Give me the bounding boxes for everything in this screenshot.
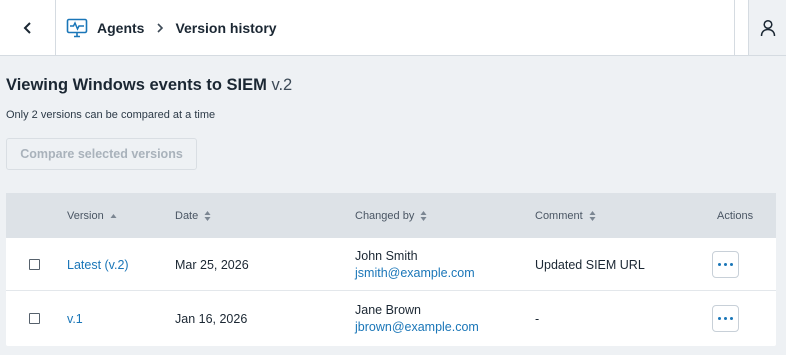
dot-icon [730,263,733,266]
dot-icon [724,263,727,266]
column-label: Comment [535,209,583,222]
changed-by-email[interactable]: jbrown@example.com [355,320,479,334]
page-title-version: v.2 [271,76,293,94]
back-button[interactable] [0,0,56,55]
sort-icon [420,210,427,222]
row-checkbox[interactable] [29,259,40,270]
dot-icon [718,263,721,266]
column-label: Version [67,209,104,222]
breadcrumb-agents[interactable]: Agents [97,20,144,36]
row-select-cell [29,292,40,345]
sort-icon [204,210,211,222]
dot-icon [718,317,721,320]
chevron-right-icon [156,22,164,34]
monitor-pulse-icon [66,17,88,39]
breadcrumb-version-history: Version history [175,19,277,36]
page-title: Viewing Windows events to SIEM v.2 [6,76,292,95]
sort-icon [589,210,596,222]
column-label: Date [175,209,199,222]
compare-selected-button[interactable]: Compare selected versions [6,138,197,170]
actions-cell [712,292,739,345]
row-checkbox[interactable] [29,313,40,324]
compare-hint: Only 2 versions can be compared at a tim… [6,109,216,121]
column-label: Changed by [355,209,415,222]
header-divider [734,0,735,55]
sort-ascending-icon [110,213,117,219]
chevron-left-icon [23,21,31,34]
versions-table: Version Date Changed by Comment Actions … [6,193,776,346]
breadcrumb: Agents Version history [66,0,277,55]
date-cell: Jan 16, 2026 [175,311,248,326]
changed-by-name: John Smith [355,249,418,263]
user-menu-button[interactable] [748,0,786,55]
column-label: Actions [717,209,754,222]
row-select-cell [29,238,40,291]
version-link[interactable]: Latest (v.2) [67,258,129,272]
actions-cell [712,238,739,291]
version-link[interactable]: v.1 [67,312,83,326]
changed-by-cell: John Smith jsmith@example.com [355,238,475,291]
top-bar: Agents Version history [0,0,786,56]
column-header-comment[interactable]: Comment [535,193,596,238]
version-cell: Latest (v.2) [67,238,129,291]
page-title-text: Viewing Windows events to SIEM [6,76,267,94]
changed-by-cell: Jane Brown jbrown@example.com [355,292,479,345]
more-actions-button[interactable] [712,305,739,332]
table-header: Version Date Changed by Comment Actions [6,193,776,238]
more-actions-button[interactable] [712,251,739,278]
comment-cell: - [535,311,540,326]
comment-cell: Updated SIEM URL [535,257,645,272]
date-cell: Mar 25, 2026 [175,257,249,272]
column-header-actions: Actions [717,193,753,238]
table-row: v.1 Jan 16, 2026 Jane Brown jbrown@examp… [6,292,776,345]
version-cell: v.1 [67,292,83,345]
column-header-date[interactable]: Date [175,193,211,238]
dot-icon [724,317,727,320]
dot-icon [730,317,733,320]
changed-by-email[interactable]: jsmith@example.com [355,266,475,280]
user-icon [760,19,775,36]
changed-by-name: Jane Brown [355,303,422,317]
table-row: Latest (v.2) Mar 25, 2026 John Smith jsm… [6,238,776,291]
column-header-changed-by[interactable]: Changed by [355,193,427,238]
column-header-version[interactable]: Version [67,193,117,238]
